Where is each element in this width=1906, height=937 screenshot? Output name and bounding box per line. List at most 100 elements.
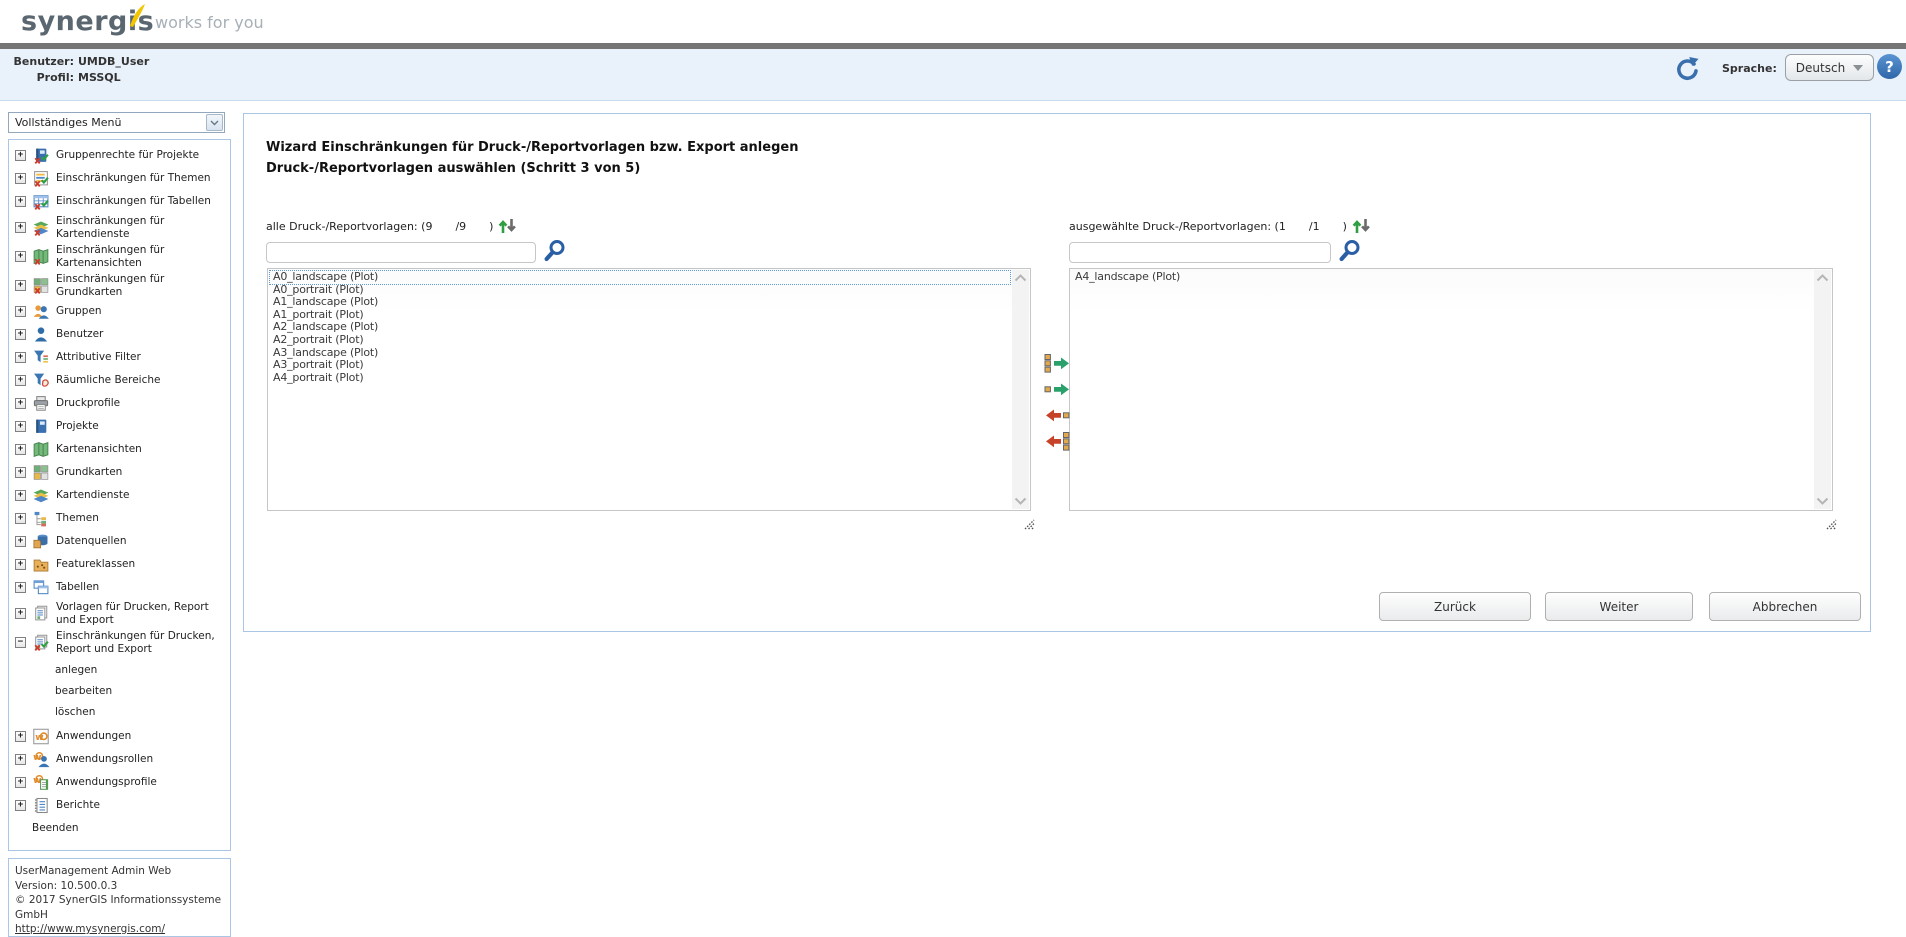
search-icon[interactable]: [542, 238, 567, 267]
sidebar-item-r-umliche-bereiche[interactable]: +Räumliche Bereiche: [15, 371, 228, 390]
featureclasses-icon: [32, 556, 51, 574]
sidebar-item-kartenansichten[interactable]: + Kartenansichten: [15, 440, 228, 459]
list-item[interactable]: A4_landscape (Plot): [1072, 271, 1812, 284]
move-selected-right-button[interactable]: [1043, 380, 1071, 400]
cancel-button[interactable]: Abbrechen: [1709, 592, 1861, 621]
list-item[interactable]: A3_landscape (Plot): [270, 347, 1010, 360]
expand-icon[interactable]: +: [15, 444, 26, 455]
expand-icon[interactable]: +: [15, 467, 26, 478]
collapse-icon[interactable]: −: [15, 637, 26, 648]
sidebar-item-beenden[interactable]: Beenden: [15, 819, 228, 838]
list-item[interactable]: A1_portrait (Plot): [270, 309, 1010, 322]
sidebar-item-projekte[interactable]: +Projekte: [15, 417, 228, 436]
projects-rights-icon: [32, 147, 51, 165]
sidebar-item-tabellen[interactable]: +Tabellen: [15, 578, 228, 597]
sidebar-subitem-anlegen[interactable]: anlegen: [55, 664, 230, 676]
expand-icon[interactable]: +: [15, 800, 26, 811]
expand-icon[interactable]: +: [15, 222, 26, 233]
resize-grip-icon[interactable]: [1824, 515, 1837, 528]
scrollbar[interactable]: [1814, 270, 1831, 509]
sidebar-item-featureklassen[interactable]: +Featureklassen: [15, 555, 228, 574]
sidebar-item-label: Anwendungsrollen: [56, 753, 153, 766]
expand-icon[interactable]: +: [15, 582, 26, 593]
sidebar-item-druckprofile[interactable]: +Druckprofile: [15, 394, 228, 413]
all-templates-listbox[interactable]: A0_landscape (Plot)A0_portrait (Plot)A1_…: [267, 268, 1031, 511]
sidebar-footer: UserManagement Admin Web Version: 10.500…: [8, 858, 231, 937]
sidebar-item-gruppen[interactable]: +Gruppen: [15, 302, 228, 321]
expand-icon[interactable]: +: [15, 196, 26, 207]
move-all-right-button[interactable]: [1043, 354, 1071, 374]
sidebar-item-attributive-filter[interactable]: +Attributive Filter: [15, 348, 228, 367]
list-item[interactable]: A0_landscape (Plot): [270, 271, 1010, 284]
mapviews-restriction-icon: [32, 248, 51, 266]
sidebar-item-anwendungen[interactable]: +wAnwendungen: [15, 727, 228, 746]
next-button[interactable]: Weiter: [1545, 592, 1693, 621]
sidebar-item-benutzer[interactable]: +Benutzer: [15, 325, 228, 344]
list-item[interactable]: A0_portrait (Plot): [270, 284, 1010, 297]
list-item[interactable]: A3_portrait (Plot): [270, 359, 1010, 372]
search-input[interactable]: [1069, 242, 1331, 263]
list-item[interactable]: A2_portrait (Plot): [270, 334, 1010, 347]
sidebar-item-berichte[interactable]: +Berichte: [15, 796, 228, 815]
expand-icon[interactable]: +: [15, 777, 26, 788]
help-icon[interactable]: ?: [1877, 54, 1902, 79]
expand-icon[interactable]: +: [15, 173, 26, 184]
sidebar-item-datenquellen[interactable]: +Datenquellen: [15, 532, 228, 551]
expand-icon[interactable]: +: [15, 754, 26, 765]
expand-icon[interactable]: +: [15, 398, 26, 409]
groups-icon: [32, 303, 51, 321]
move-selected-left-button[interactable]: [1043, 406, 1071, 426]
mapservices-icon: [32, 487, 51, 505]
templates-icon: [32, 605, 51, 623]
expand-icon[interactable]: +: [15, 559, 26, 570]
sidebar-item-grundkarten[interactable]: +Grundkarten: [15, 463, 228, 482]
language-select[interactable]: Deutsch: [1785, 54, 1874, 81]
list-item[interactable]: A2_landscape (Plot): [270, 321, 1010, 334]
expand-icon[interactable]: +: [15, 150, 26, 161]
sidebar-item-anwendungsrollen[interactable]: +wAnwendungsrollen: [15, 750, 228, 769]
sidebar-item-vorlagen-f-r-drucken-report-und-export[interactable]: +Vorlagen für Drucken, Report und Export: [15, 601, 228, 626]
sidebar-item-einschr-nkungen-f-r-grundkarten[interactable]: +Einschränkungen für Grundkarten: [15, 273, 228, 298]
sidebar-item-kartendienste[interactable]: +Kartendienste: [15, 486, 228, 505]
expand-icon[interactable]: +: [15, 421, 26, 432]
sidebar-subitem-l-schen[interactable]: löschen: [55, 706, 230, 718]
sidebar-item-anwendungsprofile[interactable]: +wAnwendungsprofile: [15, 773, 228, 792]
back-button[interactable]: Zurück: [1379, 592, 1531, 621]
sidebar-item-einschr-nkungen-f-r-drucken-report-und-export[interactable]: −Einschränkungen für Drucken, Report und…: [15, 630, 228, 655]
sidebar-item-einschr-nkungen-f-r-tabellen[interactable]: +Einschränkungen für Tabellen: [15, 192, 228, 211]
footer-link[interactable]: http://www.mysynergis.com/: [15, 923, 165, 935]
expand-icon[interactable]: +: [15, 513, 26, 524]
sidebar-item-label: Anwendungen: [56, 730, 131, 743]
resize-grip-icon[interactable]: [1022, 515, 1035, 528]
sidebar-item-gruppenrechte-f-r-projekte[interactable]: +Gruppenrechte für Projekte: [15, 146, 228, 165]
selected-templates-listbox[interactable]: A4_landscape (Plot): [1069, 268, 1833, 511]
sidebar-item-label: Kartenansichten: [56, 443, 142, 456]
list-item[interactable]: A4_portrait (Plot): [270, 372, 1010, 385]
expand-icon[interactable]: +: [15, 352, 26, 363]
search-input[interactable]: [266, 242, 536, 263]
sidebar-item-einschr-nkungen-f-r-kartendienste[interactable]: +Einschränkungen für Kartendienste: [15, 215, 228, 240]
expand-icon[interactable]: +: [15, 329, 26, 340]
expand-icon[interactable]: +: [15, 306, 26, 317]
menu-mode-select[interactable]: Vollständiges Menü: [8, 112, 225, 133]
expand-icon[interactable]: +: [15, 608, 26, 619]
search-icon[interactable]: [1337, 238, 1362, 267]
scrollbar[interactable]: [1012, 270, 1029, 509]
sidebar-menu-tree: +Gruppenrechte für Projekte +Einschränkun…: [8, 139, 231, 851]
sidebar-item-themen[interactable]: +Themen: [15, 509, 228, 528]
sidebar-item-einschr-nkungen-f-r-themen[interactable]: +Einschränkungen für Themen: [15, 169, 228, 188]
sidebar-item-einschr-nkungen-f-r-kartenansichten[interactable]: +Einschränkungen für Kartenansichten: [15, 244, 228, 269]
chevron-down-icon[interactable]: [206, 114, 223, 131]
expand-icon[interactable]: +: [15, 731, 26, 742]
expand-icon[interactable]: +: [15, 375, 26, 386]
sort-icon[interactable]: [497, 218, 518, 234]
sidebar-subitem-bearbeiten[interactable]: bearbeiten: [55, 685, 230, 697]
move-all-left-button[interactable]: [1043, 432, 1071, 452]
expand-icon[interactable]: +: [15, 251, 26, 262]
expand-icon[interactable]: +: [15, 490, 26, 501]
expand-icon[interactable]: +: [15, 536, 26, 547]
refresh-icon[interactable]: [1674, 55, 1702, 83]
sort-icon[interactable]: [1351, 218, 1372, 234]
expand-icon[interactable]: +: [15, 280, 26, 291]
list-item[interactable]: A1_landscape (Plot): [270, 296, 1010, 309]
